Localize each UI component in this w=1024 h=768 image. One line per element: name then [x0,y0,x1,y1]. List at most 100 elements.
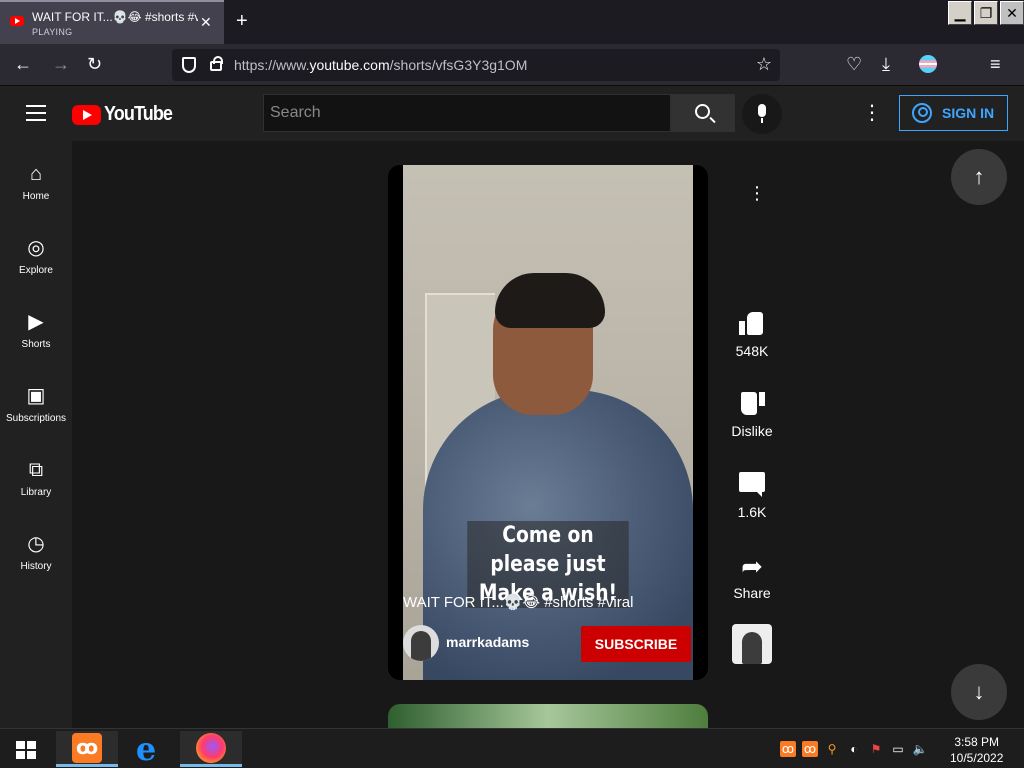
share-button[interactable]: ➦ Share [726,551,778,601]
clock-time: 3:58 PM [954,735,1000,749]
xampp-tray-icon[interactable]: ꝏ [780,741,796,757]
minimize-button[interactable]: ▁ [948,1,972,25]
bookmark-star-icon[interactable]: ☆ [756,54,772,75]
next-video-button[interactable]: ↓ [951,664,1007,720]
like-button[interactable]: 548K [726,309,778,359]
history-icon: ◷ [27,533,45,555]
like-count: 548K [735,343,769,359]
youtube-play-logo-icon [72,104,101,125]
youtube-logo[interactable]: YouTube [72,103,180,126]
sound-thumbnail[interactable] [732,624,772,664]
video-title[interactable]: WAIT FOR IT...💀😂 #shorts #viral [403,593,633,611]
sidebar-item-explore[interactable]: ◎ Explore [0,217,72,287]
sidebar-item-library[interactable]: ⧉ Library [0,439,72,509]
browser-tab[interactable]: WAIT FOR IT...💀😂 #shorts #viral PLAYING … [0,0,224,44]
previous-video-button[interactable]: ↑ [951,149,1007,205]
xampp-tray-icon-2[interactable]: ꝏ [802,741,818,757]
url-text[interactable]: https://www.youtube.com/shorts/vfsG3Y3g1… [234,57,527,73]
window-close-button[interactable]: ✕ [1000,1,1024,25]
tab-close-icon[interactable]: ✕ [200,14,212,31]
mini-guide-sidebar: ⌂ Home ◎ Explore ▶ Shorts ▣ Subscription… [0,141,72,728]
dislike-label: Dislike [731,423,773,439]
guide-menu-icon[interactable] [26,105,46,121]
comments-button[interactable]: 1.6K [726,470,778,520]
taskbar-internet-explorer[interactable]: e [115,731,177,767]
search-tray-icon[interactable]: ⚲ [824,741,840,757]
tab-title: WAIT FOR IT...💀😂 #shorts #viral [32,10,198,24]
status-tray-icon[interactable]: ◐ [846,741,862,757]
sidebar-item-history[interactable]: ◷ History [0,513,72,583]
system-tray: ꝏ ꝏ ⚲ ◐ ⚑ ▭ 🔈 [780,741,928,757]
shorts-video-player[interactable]: Come on please just Make a wish! WAIT FO… [388,165,708,680]
internet-explorer-icon: e [135,730,157,768]
shorts-player-area: Come on please just Make a wish! WAIT FO… [72,141,1024,728]
menu-icon[interactable]: ≡ [990,54,1001,74]
person-hair [495,273,605,328]
channel-name[interactable]: marrkadams [446,634,529,650]
thumbs-up-icon [737,309,767,339]
tracking-shield-icon[interactable] [182,57,196,73]
more-actions-kebab-icon[interactable]: ⋮ [748,183,766,204]
flag-tray-icon[interactable]: ⚑ [868,741,884,757]
search-input[interactable]: Search [263,94,671,132]
microphone-icon [758,104,766,123]
taskbar-clock[interactable]: 3:58 PM 10/5/2022 [950,734,1003,766]
youtube-masthead: YouTube Search ⋮ SIGN IN [0,86,1024,141]
caption-line-1: Come on please just [490,523,606,577]
downloads-icon[interactable]: ⤓ [882,54,890,74]
channel-avatar[interactable] [403,625,439,661]
home-icon: ⌂ [29,163,43,185]
pocket-icon[interactable]: ♡ [846,54,862,74]
sidebar-item-label: Library [20,487,52,498]
settings-kebab-icon[interactable]: ⋮ [862,103,882,123]
xampp-icon: ꝏ [72,732,102,763]
browser-nav-bar: ← → ↻ https://www.youtube.com/shorts/vfs… [0,44,1024,86]
sidebar-item-label: Home [22,191,50,202]
account-avatar-icon[interactable] [919,55,937,73]
compass-icon: ◎ [27,237,45,259]
sidebar-item-subscriptions[interactable]: ▣ Subscriptions [0,365,72,435]
firefox-icon [196,732,226,763]
comment-icon [737,470,767,500]
sidebar-item-label: Shorts [21,339,51,350]
window-controls: ▁ ❐ ✕ [946,0,1024,26]
sign-in-label: SIGN IN [942,105,995,121]
thumbs-down-icon [737,389,767,419]
reload-icon[interactable]: ↻ [87,54,102,74]
volume-tray-icon[interactable]: 🔈 [912,741,928,757]
search-icon [695,104,710,119]
sidebar-item-home[interactable]: ⌂ Home [0,143,72,213]
tab-playing-status: PLAYING [32,27,73,37]
next-short-preview[interactable] [388,704,708,728]
sidebar-item-shorts[interactable]: ▶ Shorts [0,291,72,361]
clock-date: 10/5/2022 [950,751,1004,765]
lock-icon[interactable] [210,56,223,71]
sidebar-item-label: Explore [19,265,53,276]
shorts-icon: ▶ [28,311,44,333]
dislike-button[interactable]: Dislike [726,389,778,439]
back-arrow-icon[interactable]: ← [14,54,32,74]
search-button[interactable] [671,94,735,132]
youtube-favicon-icon [10,16,24,26]
windows-start-icon[interactable] [16,741,36,759]
user-circle-icon [912,103,932,123]
browser-tab-bar: WAIT FOR IT...💀😂 #shorts #viral PLAYING … [0,0,1024,44]
restore-button[interactable]: ❐ [974,1,998,25]
logo-text: YouTube [104,103,173,125]
windows-taskbar: ꝏ e ꝏ ꝏ ⚲ ◐ ⚑ ▭ 🔈 3:58 PM 10/5/2022 [0,728,1024,768]
taskbar-firefox[interactable] [180,731,242,767]
taskbar-xampp[interactable]: ꝏ [56,731,118,767]
library-icon: ⧉ [28,459,44,481]
forward-arrow-icon[interactable]: → [52,54,70,74]
url-bar[interactable]: https://www.youtube.com/shorts/vfsG3Y3g1… [172,49,780,81]
subscribe-button[interactable]: SUBSCRIBE [581,626,691,662]
sign-in-button[interactable]: SIGN IN [899,95,1008,131]
new-tab-button[interactable]: + [236,10,248,33]
share-label: Share [733,585,771,601]
network-tray-icon[interactable]: ▭ [890,741,906,757]
share-arrow-icon: ➦ [741,551,763,581]
voice-search-button[interactable] [742,94,782,134]
sidebar-item-label: Subscriptions [5,413,67,424]
subscriptions-icon: ▣ [26,385,46,407]
sidebar-item-label: History [20,561,52,572]
